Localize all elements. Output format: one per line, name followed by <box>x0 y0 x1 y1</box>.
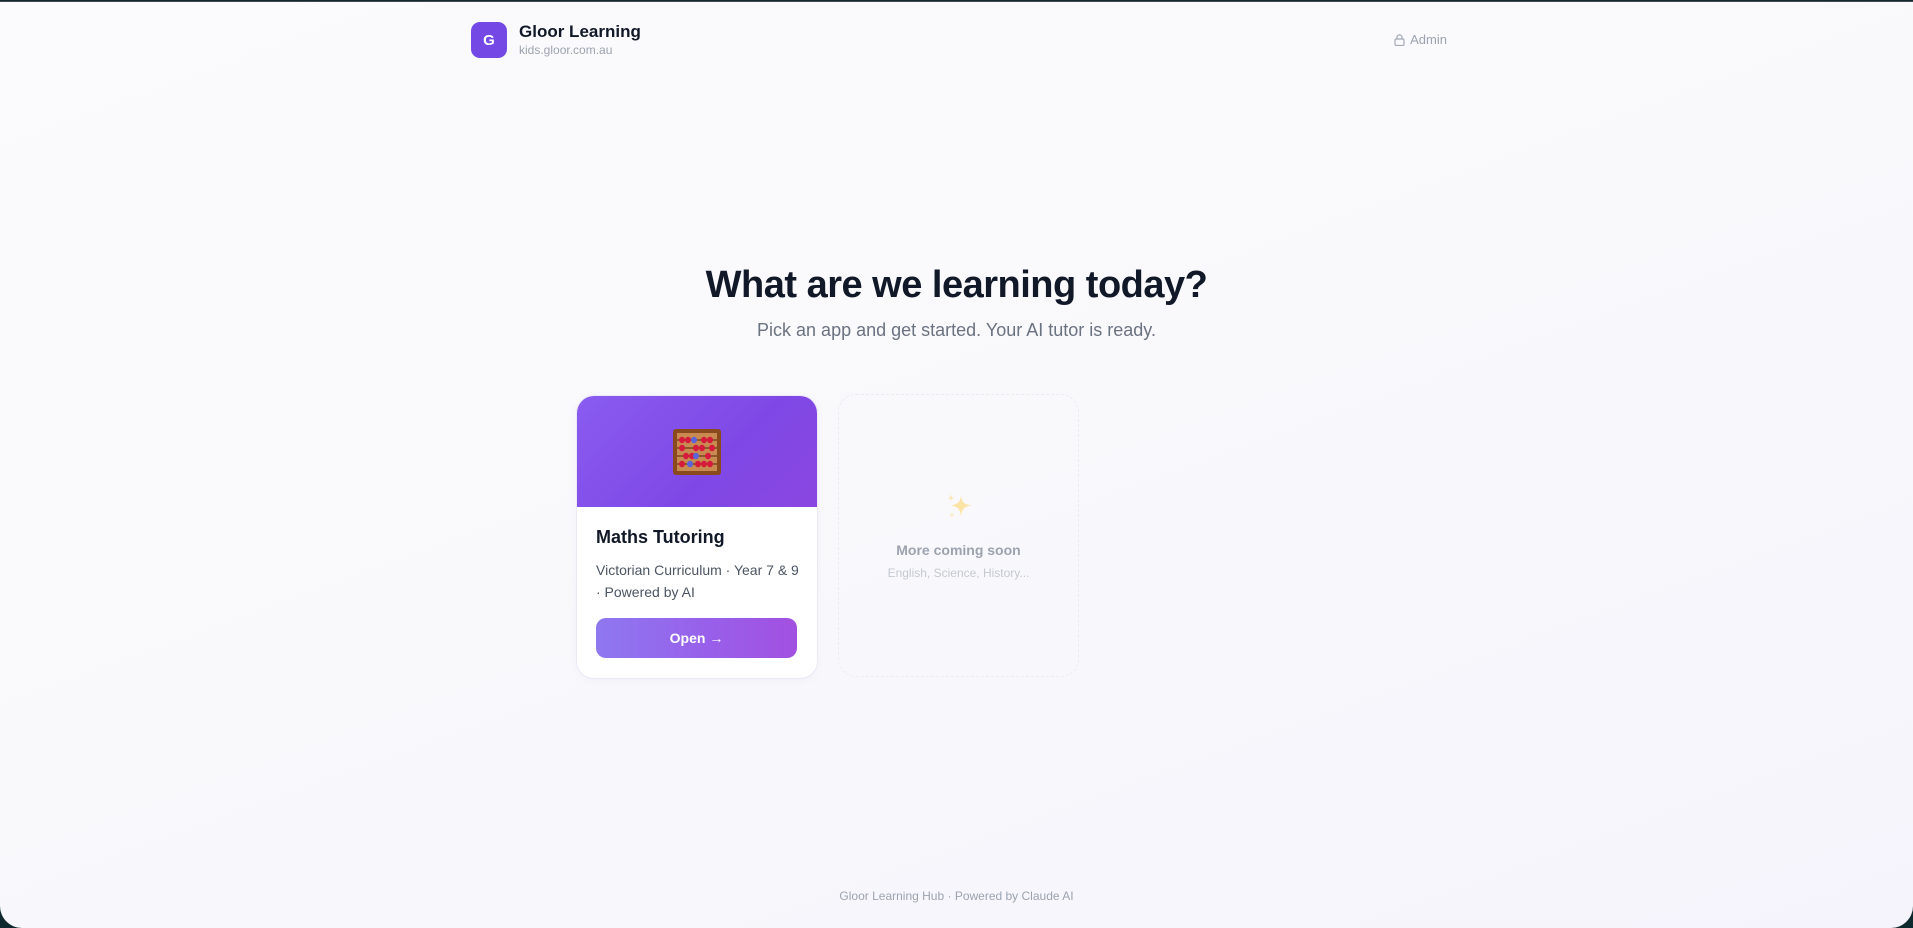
brand-subtitle: kids.gloor.com.au <box>519 43 613 57</box>
open-app-button[interactable]: Open → <box>596 618 797 658</box>
app-card-maths[interactable]: Maths Tutoring Victorian Curriculum · Ye… <box>576 395 818 679</box>
admin-label: Admin <box>1410 32 1447 47</box>
abacus-icon <box>672 428 722 476</box>
brand-title: Gloor Learning <box>519 22 641 41</box>
page-subtitle: Pick an app and get started. Your AI tut… <box>757 320 1156 340</box>
admin-link[interactable]: Admin <box>1394 32 1447 47</box>
app-window: G Gloor Learning kids.gloor.com.au Admin… <box>0 1 1913 928</box>
footer-text: Gloor Learning Hub · Powered by Claude A… <box>839 889 1074 903</box>
sparkle-icon <box>839 492 1078 522</box>
coming-soon-subtitle: English, Science, History... <box>887 566 1030 580</box>
app-card-description: Victorian Curriculum · Year 7 & 9 · Powe… <box>596 562 799 600</box>
top-bar: G Gloor Learning kids.gloor.com.au Admin <box>471 22 1447 62</box>
app-card-title: Maths Tutoring <box>596 527 725 547</box>
lock-icon <box>1394 33 1405 46</box>
brand-logo[interactable]: G <box>471 22 507 58</box>
coming-soon-title: More coming soon <box>896 542 1021 558</box>
app-card-banner <box>577 396 817 507</box>
page-title: What are we learning today? <box>705 264 1208 306</box>
coming-soon-card: More coming soon English, Science, Histo… <box>838 394 1079 677</box>
